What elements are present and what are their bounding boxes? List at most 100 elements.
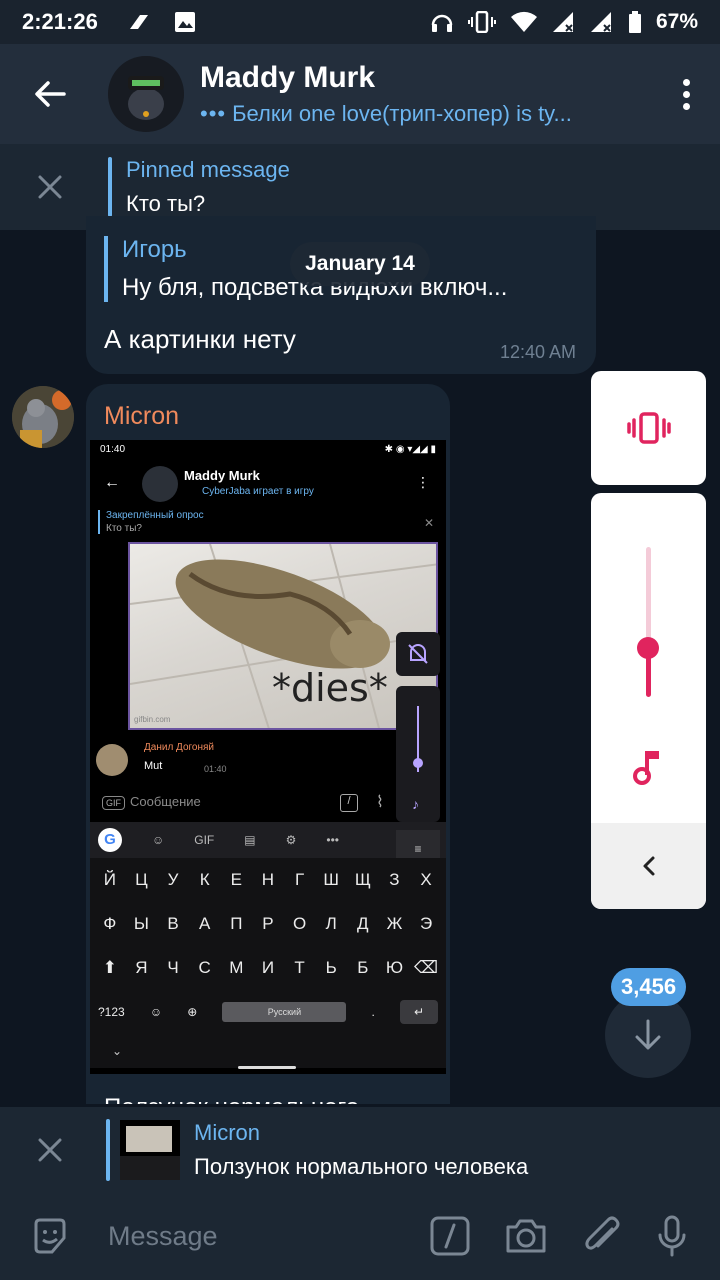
data-saver-icon (129, 15, 148, 29)
vibrate-icon (626, 412, 671, 444)
sticker-icon (34, 1218, 66, 1254)
shot-mute-toggle (396, 632, 440, 676)
volume-slider-handle[interactable] (637, 637, 659, 659)
shot-gif: *dies* gifbin.com (128, 542, 438, 730)
close-icon (38, 175, 62, 199)
gif-watermark: gifbin.com (134, 715, 171, 724)
kb-dot-key: . (371, 1005, 375, 1019)
gif-key-icon: GIF (194, 833, 215, 847)
kb-row-1: ЙЦУКЕНГШЩЗХ (103, 870, 432, 889)
clipboard-icon: ▤ (244, 833, 256, 847)
more-menu-button[interactable] (683, 78, 690, 110)
sender-avatar[interactable] (12, 386, 74, 448)
reply-preview-bar[interactable]: Micron Ползунок нормального человека (0, 1106, 720, 1192)
message-input[interactable]: Message (108, 1221, 218, 1252)
music-note-icon (633, 751, 659, 785)
message-composer: Message (0, 1192, 720, 1280)
google-icon: G (98, 828, 122, 852)
more-icon: ••• (326, 833, 339, 847)
shot-title: Maddy Murk (184, 468, 260, 483)
kb-emoji-icon: ☺ (149, 1005, 163, 1019)
shot-msg-time: 01:40 (204, 764, 227, 774)
shot-command-icon: / (340, 794, 358, 812)
cancel-reply-button[interactable] (0, 1137, 100, 1163)
shot-gif-icon: GIF (102, 796, 125, 810)
ringer-mode-button[interactable] (591, 371, 706, 485)
camera-icon[interactable] (504, 1217, 548, 1255)
message-bubble-photo[interactable]: Micron 01:40 ✱ ◉ ▾◢◢ ▮ ← Maddy Murk Cybe… (86, 384, 450, 1104)
message-bubble[interactable]: Игорь Ну бля, подсветка видюхи включ... … (86, 216, 596, 374)
message-time: 12:40 AM (499, 342, 576, 362)
unread-counter-badge: 3,456 (611, 968, 687, 1006)
close-icon (38, 1138, 62, 1161)
volume-track[interactable] (646, 547, 651, 641)
image-icon (174, 12, 195, 32)
arrow-down-icon (635, 1019, 661, 1050)
chat-avatar[interactable] (108, 56, 184, 132)
battery-percent: 67% (655, 10, 698, 33)
shot-back-icon: ← (104, 474, 120, 491)
shot-keyboard-toolbar: G ☺ GIF ▤ ⚙ ••• (90, 822, 446, 858)
shot-menu-icon: ⋮ (416, 474, 430, 490)
kb-row-3: ⬆ Я Ч С М И Т Ь Б Ю ⌫ (102, 958, 439, 977)
shot-msg-name: Данил Догоняй (144, 742, 215, 753)
shot-time: 01:40 (100, 444, 126, 455)
status-time: 2:21:26 (22, 9, 98, 34)
shot-msg-text: Mut (144, 760, 163, 772)
date-chip: January 14 (290, 242, 430, 286)
kb-sym-key: ?123 (98, 1005, 125, 1019)
shot-close-icon: ✕ (423, 516, 434, 530)
shot-keyboard: ЙЦУКЕНГШЩЗХ ФЫВАПРОЛДЖЭ ⬆ Я Ч С М И Т Ь Б Ю ⌫ ?123… (90, 858, 446, 1068)
message-text: А картинки нету (104, 324, 296, 354)
reply-preview-text: Ползунок нормального человека (194, 1153, 529, 1179)
close-pinned-button[interactable] (0, 174, 100, 200)
reply-preview-name: Micron (194, 1119, 261, 1145)
expand-volume-button[interactable] (591, 823, 706, 909)
vibrate-icon (467, 11, 496, 33)
pinned-text: Кто ты? (126, 191, 206, 216)
volume-panel (591, 493, 706, 909)
shot-nav-bar: ⌄ (90, 1040, 446, 1074)
photo-caption-cut: Ползунок нормального человека (104, 1094, 450, 1104)
shot-input-placeholder: Сообщение (130, 794, 201, 809)
microphone-icon[interactable] (656, 1215, 688, 1257)
kb-space-key: Русский (222, 1002, 347, 1022)
status-bar: 2:21:26 67% (0, 0, 720, 44)
paperclip-icon[interactable] (582, 1215, 622, 1257)
headphones-icon (431, 14, 453, 32)
typing-dots-icon: ••• (200, 101, 227, 126)
chat-title: Maddy Murk (200, 61, 376, 94)
wifi-icon (510, 11, 537, 32)
signal-icon-2 (590, 12, 611, 32)
gif-caption: *dies* (272, 666, 388, 710)
shot-avatar (142, 466, 178, 502)
shot-pinned-title: Закреплённый опрос (106, 510, 204, 521)
chat-header: Maddy Murk ••• Белки one love(трип-хопер)… (0, 44, 720, 144)
shot-status: CyberJaba играет в игру (202, 486, 314, 497)
shot-pinned-text: Кто ты? (106, 523, 142, 534)
settings-icon: ⚙ (285, 833, 297, 847)
kb-globe-icon: ⊕ (187, 1005, 198, 1019)
shot-attach-icon: ⌇ (376, 794, 384, 811)
sticker-icon: ☺ (152, 833, 165, 847)
shot-status-icons: ✱ ◉ ▾◢◢ ▮ (384, 444, 436, 455)
battery-icon (628, 11, 641, 33)
kb-enter-icon: ↵ (400, 1000, 438, 1024)
chevron-left-icon (643, 856, 654, 876)
shot-music-icon: ♪ (412, 796, 419, 812)
pinned-title: Pinned message (126, 157, 290, 182)
typing-status: ••• Белки one love(трип-хопер) is ty... (200, 101, 572, 126)
reply-thumbnail (120, 1119, 180, 1180)
photo-attachment[interactable]: 01:40 ✱ ◉ ▾◢◢ ▮ ← Maddy Murk CyberJaba и… (90, 440, 446, 1074)
kb-row-2: ФЫВАПРОЛДЖЭ (103, 914, 433, 933)
sticker-button[interactable] (0, 1216, 100, 1256)
bot-command-icon[interactable] (430, 1216, 470, 1256)
back-button[interactable] (0, 44, 100, 144)
sender-name: Micron (104, 402, 180, 430)
kb-row-bottom: ?123 ☺ ⊕ Русский . ↵ (90, 990, 446, 1034)
signal-icon (552, 12, 573, 32)
arrow-left-icon (35, 81, 66, 107)
shot-chevron-down-icon: ⌄ (112, 1044, 123, 1058)
shot-msg-avatar (96, 744, 128, 776)
shot-volume-slider: ♪ (396, 686, 440, 822)
